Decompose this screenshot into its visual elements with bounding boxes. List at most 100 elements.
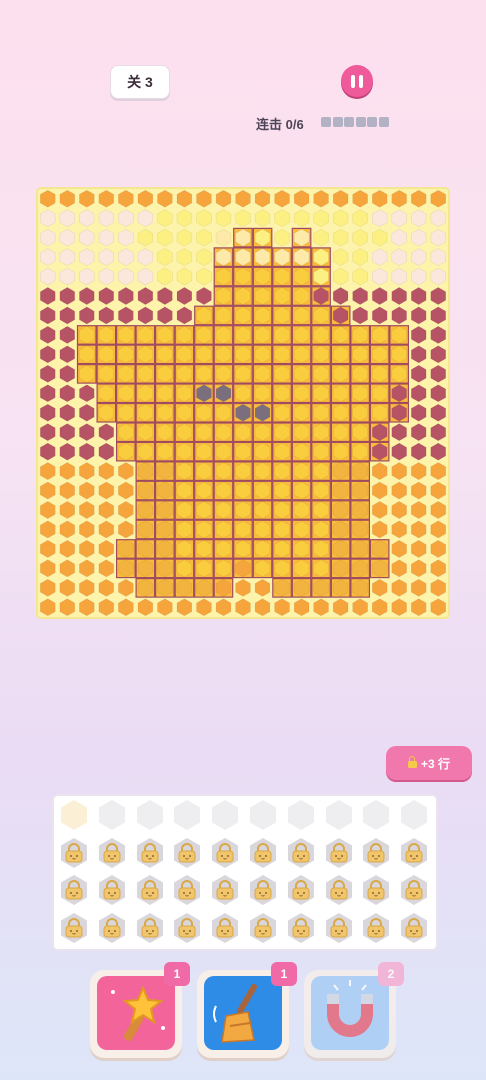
hex-tile[interactable] [39, 189, 56, 208]
hex-tile[interactable] [39, 209, 56, 228]
hex-tile[interactable] [410, 481, 427, 500]
hex-tile[interactable] [137, 248, 154, 267]
hex-tile[interactable] [118, 189, 134, 208]
hex-tile[interactable] [79, 481, 95, 500]
hex-tile[interactable] [274, 189, 290, 208]
hex-tile[interactable] [137, 189, 154, 208]
hex-tile[interactable] [371, 578, 388, 597]
hex-tile[interactable] [410, 209, 427, 228]
hex-tile[interactable] [118, 520, 134, 539]
empty-slot[interactable] [322, 800, 356, 830]
hex-tile[interactable] [215, 228, 232, 247]
hex-tile[interactable] [79, 228, 95, 247]
hex-tile[interactable] [79, 384, 95, 403]
hex-tile[interactable] [410, 520, 427, 539]
hex-tile[interactable] [157, 306, 173, 325]
hex-tile[interactable] [391, 209, 407, 228]
hex-tile[interactable] [430, 384, 447, 403]
hex-tile[interactable] [371, 248, 388, 267]
hex-tile[interactable] [176, 228, 193, 247]
hex-tile[interactable] [410, 364, 427, 383]
hex-tile[interactable] [59, 539, 76, 558]
hex-tile[interactable] [137, 306, 154, 325]
hex-tile[interactable] [39, 403, 56, 422]
hex-tile[interactable] [39, 384, 56, 403]
hex-tile[interactable] [59, 598, 76, 617]
hex-tile[interactable] [98, 598, 114, 617]
pause-button[interactable] [341, 65, 373, 97]
hex-tile[interactable] [196, 287, 212, 305]
hex-tile[interactable] [79, 267, 95, 286]
hex-tile[interactable] [391, 267, 407, 286]
hex-tile[interactable] [39, 578, 56, 597]
hex-tile[interactable] [59, 209, 76, 228]
hex-tile[interactable] [137, 598, 154, 617]
hex-tile[interactable] [118, 209, 134, 228]
board-grid[interactable] [38, 189, 448, 617]
hex-tile[interactable] [332, 598, 349, 617]
hex-tile[interactable] [59, 442, 76, 461]
hex-tile[interactable] [79, 442, 95, 461]
hex-tile[interactable] [430, 481, 447, 500]
hex-tile[interactable] [39, 345, 56, 364]
magnet-booster[interactable]: 2 [304, 962, 404, 1058]
hex-tile[interactable] [371, 598, 388, 617]
hex-tile[interactable] [79, 598, 95, 617]
hex-tile[interactable] [157, 189, 173, 208]
hex-tile[interactable] [79, 501, 95, 519]
empty-slot[interactable] [397, 800, 431, 830]
hex-tile[interactable] [39, 287, 56, 305]
hex-tile[interactable] [430, 267, 447, 286]
hex-tile[interactable] [410, 539, 427, 558]
hex-tile[interactable] [98, 481, 114, 500]
hex-tile[interactable] [118, 248, 134, 267]
hex-tile[interactable] [391, 501, 407, 519]
empty-slot[interactable] [95, 800, 129, 830]
hex-tile[interactable] [59, 364, 76, 383]
hex-tile[interactable] [137, 228, 154, 247]
hex-tile[interactable] [332, 287, 349, 305]
hex-tile[interactable] [410, 384, 427, 403]
hex-tile[interactable] [157, 267, 173, 286]
hex-tile[interactable] [98, 267, 114, 286]
hex-tile[interactable] [352, 228, 368, 247]
tile-tray[interactable] [52, 794, 438, 951]
hex-tile[interactable] [59, 384, 76, 403]
empty-slot[interactable] [57, 800, 91, 830]
hex-tile[interactable] [430, 306, 447, 325]
empty-slot[interactable] [284, 800, 318, 830]
hex-tile[interactable] [410, 228, 427, 247]
hex-tile[interactable] [39, 423, 56, 442]
hex-tile[interactable] [430, 578, 447, 597]
hex-tile[interactable] [410, 462, 427, 481]
hex-tile[interactable] [274, 598, 290, 617]
magic-wand-booster[interactable]: 1 [90, 962, 190, 1058]
hex-tile[interactable] [391, 578, 407, 597]
hex-tile[interactable] [118, 578, 134, 597]
hex-tile[interactable] [39, 306, 56, 325]
empty-slot[interactable] [246, 800, 280, 830]
hex-tile[interactable] [118, 481, 134, 500]
hex-tile[interactable] [391, 228, 407, 247]
hex-tile[interactable] [215, 209, 232, 228]
hex-tile[interactable] [39, 267, 56, 286]
hex-tile[interactable] [39, 559, 56, 578]
hex-tile[interactable] [39, 462, 56, 481]
hex-tile[interactable] [332, 189, 349, 208]
hex-tile[interactable] [430, 228, 447, 247]
hex-tile[interactable] [391, 287, 407, 305]
hex-tile[interactable] [79, 306, 95, 325]
hex-tile[interactable] [254, 209, 271, 228]
empty-slot[interactable] [170, 800, 204, 830]
hex-tile[interactable] [430, 539, 447, 558]
hex-tile[interactable] [332, 228, 349, 247]
hex-tile[interactable] [235, 209, 251, 228]
hex-tile[interactable] [79, 189, 95, 208]
hex-tile[interactable] [410, 442, 427, 461]
hex-tile[interactable] [254, 189, 271, 208]
hex-tile[interactable] [137, 287, 154, 305]
hex-tile[interactable] [430, 559, 447, 578]
hex-tile[interactable] [410, 559, 427, 578]
unlock-rows-button[interactable]: +3 行 [386, 746, 472, 780]
hex-tile[interactable] [79, 287, 95, 305]
